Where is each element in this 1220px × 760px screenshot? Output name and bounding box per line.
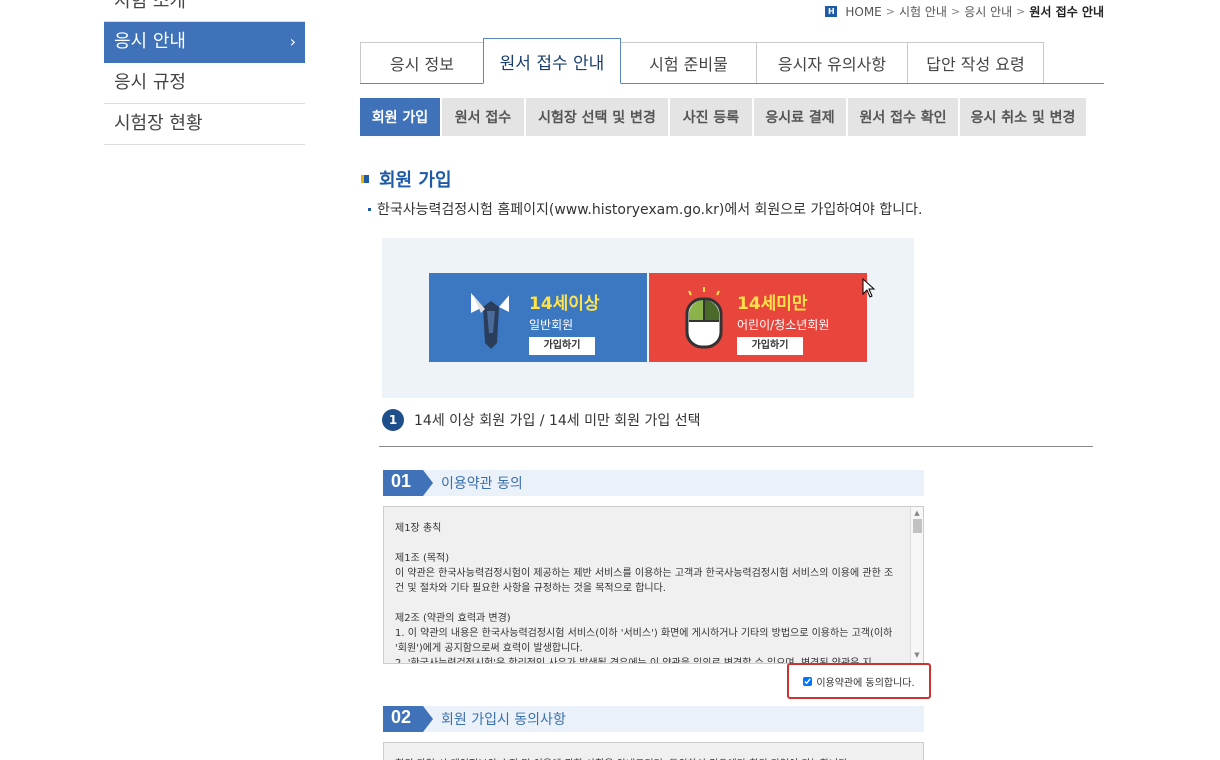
subtab-photo[interactable]: 사진 등록 (670, 98, 752, 136)
adult-card-text: 14세이상 일반회원 가입하기 (529, 289, 600, 355)
subtab-label: 시험장 선택 및 변경 (538, 110, 656, 126)
tab-label: 응시 정보 (390, 55, 454, 74)
step-badge-number: 01 (391, 471, 412, 491)
terms-header-2: 02 회원 가입시 동의사항 (383, 706, 924, 732)
square-bullet-icon (361, 175, 369, 183)
subtab-confirm[interactable]: 원서 접수 확인 (848, 98, 958, 136)
scroll-down-icon[interactable]: ▼ (911, 651, 923, 663)
subtab-site-select[interactable]: 시험장 선택 및 변경 (526, 98, 668, 136)
child-join-card[interactable]: 14세미만 어린이/청소년회원 가입하기 (649, 273, 867, 362)
home-icon[interactable]: H (825, 6, 838, 17)
child-card-text: 14세미만 어린이/청소년회원 가입하기 (737, 289, 829, 355)
uniform-tie-icon (471, 293, 511, 349)
scroll-up-icon[interactable]: ▲ (911, 507, 923, 519)
main-tabs: 응시 정보 원서 접수 안내 시험 준비물 응시자 유의사항 답안 작성 요령 (360, 38, 1104, 84)
terms-scroll-box[interactable]: 제1장 총칙 제1조 (목적) 이 약관은 한국사능력검정시험이 제공하는 제반… (383, 506, 924, 664)
tab-exam-info[interactable]: 응시 정보 (360, 42, 484, 83)
scroll-thumb[interactable] (912, 519, 922, 533)
breadcrumb-separator: > (1016, 5, 1026, 18)
step-badge-number: 02 (391, 707, 412, 727)
sidebar-item-label: 응시 안내 (114, 31, 186, 52)
subtab-label: 응시 취소 및 변경 (970, 110, 1076, 126)
breadcrumb-item[interactable]: 시험 안내 (899, 3, 947, 20)
subtab-sign-up[interactable]: 회원 가입 (360, 98, 440, 136)
sidebar-item-label: 응시 규정 (114, 72, 186, 93)
child-age-label: 14세미만 (737, 294, 808, 314)
sidebar-item-exam-guide[interactable]: 응시 안내 › (104, 22, 305, 63)
child-join-button[interactable]: 가입하기 (737, 337, 803, 355)
breadcrumb: H HOME > 시험 안내 > 응시 안내 > 원서 접수 안내 (825, 3, 1104, 20)
join-panel: 14세이상 일반회원 가입하기 14세미만 어린이/청소년회원 가입하기 (382, 238, 914, 398)
step-badge: 02 (383, 706, 433, 732)
terms-scroll-box-2[interactable]: 회원 가입 시 개인정보의 수집 및 이용에 관한 사항을 안내드리며, 동의하… (383, 742, 924, 760)
tab-label: 시험 준비물 (649, 55, 728, 74)
bullet-icon (368, 207, 371, 211)
breadcrumb-separator: > (950, 5, 961, 18)
terms-article-title: 제2조 (약관의 효력과 변경) (395, 613, 511, 624)
divider (379, 446, 1093, 447)
tab-label: 원서 접수 안내 (499, 53, 605, 74)
subtab-payment[interactable]: 응시료 결제 (754, 98, 846, 136)
subtab-label: 원서 접수 확인 (859, 110, 947, 126)
subtab-application[interactable]: 원서 접수 (442, 98, 524, 136)
breadcrumb-current: 원서 접수 안내 (1029, 5, 1104, 19)
breadcrumb-separator: > (885, 5, 895, 18)
adult-join-button[interactable]: 가입하기 (529, 337, 595, 355)
child-type-label: 어린이/청소년회원 (737, 318, 830, 332)
terms-article-body: 이 약관은 한국사능력검정시험이 제공하는 제반 서비스를 이용하는 고객과 한… (395, 568, 894, 594)
breadcrumb-home[interactable]: HOME (845, 5, 881, 19)
tab-answer-guide[interactable]: 답안 작성 요령 (907, 42, 1044, 83)
sub-tabs: 회원 가입 원서 접수 시험장 선택 및 변경 사진 등록 응시료 결제 원서 … (360, 98, 1086, 136)
subtab-label: 회원 가입 (371, 110, 429, 126)
step-caption: 1 14세 이상 회원 가입 / 14세 미만 회원 가입 선택 (382, 409, 700, 431)
agree-checkbox[interactable] (803, 676, 813, 686)
subtab-cancel[interactable]: 응시 취소 및 변경 (960, 98, 1086, 136)
step-badge: 01 (383, 470, 433, 496)
adult-type-label: 일반회원 (529, 318, 574, 332)
tab-candidate-notes[interactable]: 응시자 유의사항 (756, 42, 908, 83)
breadcrumb-item[interactable]: 응시 안내 (964, 3, 1012, 20)
chevron-right-icon: › (289, 32, 296, 51)
terms-content: 제1장 총칙 제1조 (목적) 이 약관은 한국사능력검정시험이 제공하는 제반… (384, 507, 923, 663)
adult-join-card[interactable]: 14세이상 일반회원 가입하기 (429, 273, 647, 362)
tab-application-guide[interactable]: 원서 접수 안내 (483, 38, 621, 84)
agree-label: 이용약관에 동의합니다. (816, 677, 915, 689)
terms-article-body: 1. 이 약관의 내용은 한국사능력검정시험 서비스(이하 '서비스') 화면에… (395, 628, 893, 654)
terms-title: 이용약관 동의 (441, 476, 523, 492)
left-sidebar: 시험 소개 응시 안내 › 응시 규정 시험장 현황 (104, 0, 305, 145)
sidebar-item-exam-intro[interactable]: 시험 소개 (104, 0, 305, 22)
step-number-badge: 1 (382, 409, 404, 431)
sidebar-item-label: 시험장 현황 (114, 113, 203, 134)
terms-title: 회원 가입시 동의사항 (441, 712, 566, 728)
mouse-cursor-icon (862, 278, 876, 298)
section-description: 한국사능력검정시험 홈페이지(www.historyexam.go.kr)에서 … (368, 199, 922, 219)
subtab-label: 응시료 결제 (765, 110, 835, 126)
mouse-icon (685, 287, 723, 349)
subtab-label: 사진 등록 (682, 110, 740, 126)
section-description-text: 한국사능력검정시험 홈페이지(www.historyexam.go.kr)에서 … (377, 202, 923, 218)
scrollbar[interactable]: ▲ ▼ (910, 507, 923, 663)
adult-age-label: 14세이상 (529, 294, 600, 314)
terms-chapter: 제1장 총칙 (395, 523, 442, 534)
terms-header-1: 01 이용약관 동의 (383, 470, 924, 496)
tab-label: 답안 작성 요령 (926, 55, 1025, 74)
sidebar-item-label: 시험 소개 (114, 0, 186, 12)
terms-content-preview: 회원 가입 시 개인정보의 수집 및 이용에 관한 사항을 안내드리며, 동의하… (384, 743, 923, 760)
subtab-label: 원서 접수 (454, 110, 512, 126)
sidebar-item-exam-rules[interactable]: 응시 규정 (104, 63, 305, 104)
terms-agree-checkbox[interactable]: 이용약관에 동의합니다. (787, 663, 931, 699)
step-text: 14세 이상 회원 가입 / 14세 미만 회원 가입 선택 (414, 413, 701, 429)
tab-exam-materials[interactable]: 시험 준비물 (620, 42, 757, 83)
section-heading: 회원 가입 (361, 166, 452, 192)
section-title: 회원 가입 (379, 170, 452, 191)
tab-label: 응시자 유의사항 (777, 55, 887, 74)
sidebar-item-exam-sites[interactable]: 시험장 현황 (104, 104, 305, 145)
terms-article-title: 제1조 (목적) (395, 553, 450, 564)
